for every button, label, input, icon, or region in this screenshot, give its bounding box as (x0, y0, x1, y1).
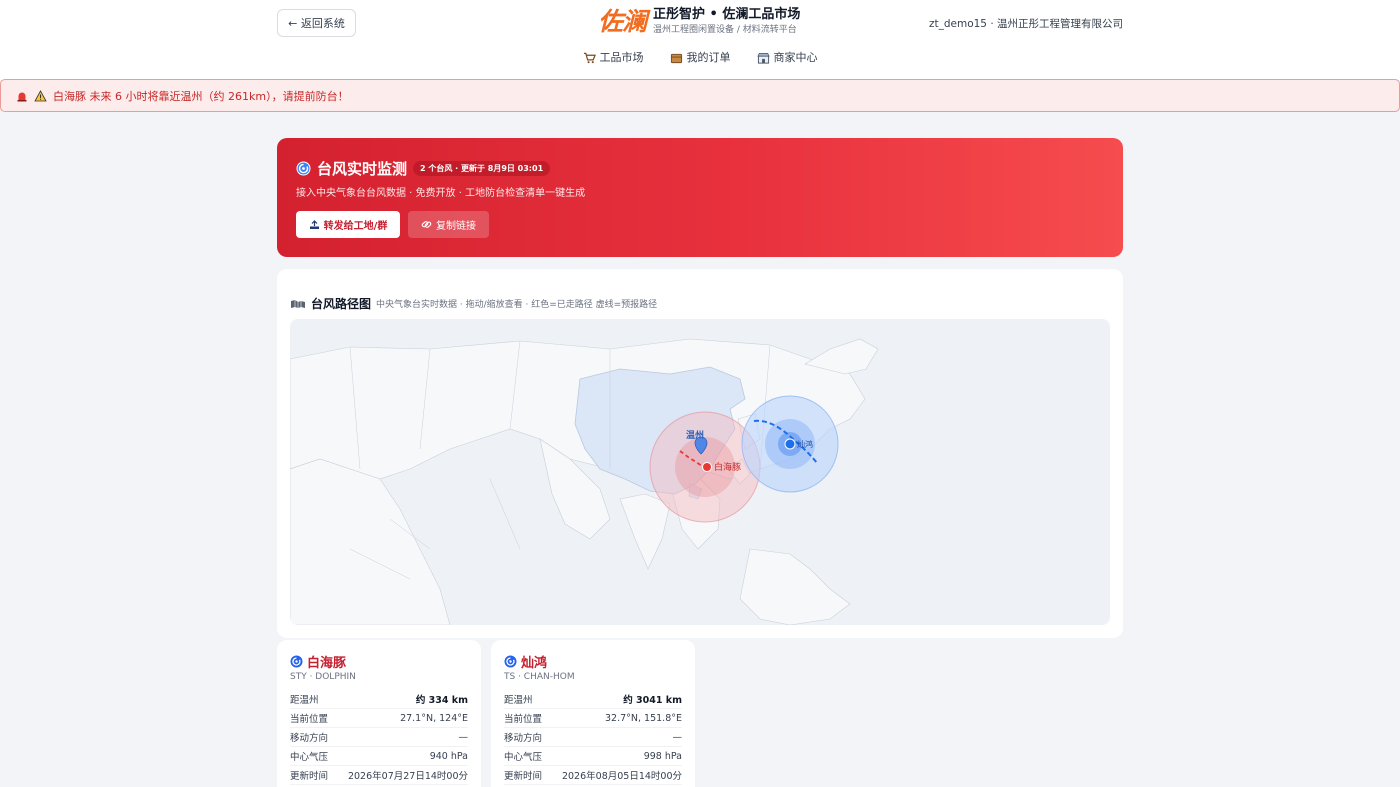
nav-item-label: 工品市场 (599, 51, 644, 64)
nav-item-label: 商家中心 (773, 51, 818, 64)
cyclone-icon (504, 655, 517, 668)
map-subtitle: 中央气象台实时数据 · 拖动/缩放查看 · 红色=已走路径 虚线=预报路径 (376, 300, 658, 310)
brand-logo: 佐澜 (598, 6, 647, 36)
dolphin-map-label: 白海豚 (714, 461, 741, 472)
info-value: — (458, 731, 469, 743)
wenzhou-label: 温州 (686, 429, 704, 440)
info-label: 更新时间 (290, 771, 329, 782)
info-row-updated: 更新时间 2026年08月05日14时00分 (504, 766, 682, 785)
typhoon-code: TS · CHAN-HOM (504, 672, 575, 682)
typhoon-path-card: 台风路径图 中央气象台实时数据 · 拖动/缩放查看 · 红色=已走路径 虚线=预… (277, 269, 1123, 638)
info-label: 移动方向 (290, 733, 329, 744)
typhoon-name: 白海豚 (307, 656, 347, 671)
chanhom-center-icon[interactable] (784, 438, 796, 450)
top-header: ← 返回系统 佐澜 正彤智护 • 佐澜工品市场 温州工程圈闲置设备 / 材料流转… (0, 0, 1400, 80)
world-map-icon (291, 299, 305, 309)
share-button-label: 转发给工地/群 (323, 221, 388, 232)
info-label: 当前位置 (290, 714, 329, 725)
siren-icon (17, 92, 27, 101)
store-icon (756, 52, 770, 64)
info-value: 940 hPa (429, 750, 468, 762)
typhoon-info-list: 距温州 约 334 km 当前位置 27.1°N, 124°E 移动方向 — 中… (290, 690, 468, 785)
user-info[interactable]: zt_demo15 · 温州正彤工程管理有限公司 (929, 16, 1123, 31)
info-label: 当前位置 (504, 714, 543, 725)
alert-text: 白海豚 未来 6 小时将靠近温州（约 261km），请提前防台！ (53, 89, 349, 103)
brand-subtitle: 温州工程圈闲置设备 / 材料流转平台 (653, 25, 797, 35)
nav-item-market[interactable]: 工品市场 (583, 50, 644, 66)
info-row-position: 当前位置 27.1°N, 124°E (290, 709, 468, 728)
typhoon-alert-banner: 白海豚 未来 6 小时将靠近温州（约 261km），请提前防台！ (0, 79, 1400, 112)
typhoon-name-row: 白海豚 (290, 652, 346, 671)
upload-icon (309, 219, 319, 229)
cart-icon (583, 52, 596, 64)
share-to-site-button[interactable]: 转发给工地/群 (296, 211, 400, 238)
typhoon-name: 灿鸿 (521, 656, 548, 671)
info-label: 中心气压 (504, 752, 543, 763)
nav-item-label: 我的订单 (686, 51, 731, 64)
typhoon-count-badge: 2 个台风 · 更新于 8月9日 03:01 (413, 161, 551, 176)
brand[interactable]: 佐澜 正彤智护 • 佐澜工品市场 温州工程圈闲置设备 / 材料流转平台 (598, 6, 800, 37)
info-value: 约 334 km (415, 695, 468, 706)
hero-title: 台风实时监测 (317, 160, 408, 178)
typhoon-path-map[interactable]: 温州 白海豚 灿鸿 (290, 319, 1110, 625)
brand-title: 正彤智护 • 佐澜工品市场 (653, 7, 801, 22)
typhoon-card-chanhom[interactable]: 灿鸿 TS · CHAN-HOM 距温州 约 3041 km 当前位置 32.7… (491, 640, 695, 787)
hero-description: 接入中央气象台台风数据 · 免费开放 · 工地防台检查清单一键生成 (296, 188, 586, 199)
info-value: 约 3041 km (623, 695, 682, 706)
warning-icon (34, 89, 47, 101)
copy-link-button[interactable]: 复制链接 (408, 211, 489, 238)
hero-title-row: 台风实时监测 2 个台风 · 更新于 8月9日 03:01 (296, 158, 551, 179)
info-value: 27.1°N, 124°E (400, 712, 468, 724)
typhoon-monitor-hero: 台风实时监测 2 个台风 · 更新于 8月9日 03:01 接入中央气象台台风数… (277, 138, 1123, 257)
main-nav: 工品市场 我的订单 商家中心 (0, 50, 1400, 66)
nav-item-merchant[interactable]: 商家中心 (756, 50, 818, 66)
map-canvas[interactable]: 温州 白海豚 灿鸿 (290, 319, 1110, 625)
info-label: 移动方向 (504, 733, 543, 744)
info-value: 2026年08月05日14时00分 (561, 771, 682, 782)
map-title: 台风路径图 (311, 297, 372, 311)
info-label: 距温州 (504, 695, 533, 706)
cyclone-icon (290, 655, 303, 668)
chanhom-map-label: 灿鸿 (797, 439, 813, 449)
dolphin-center-icon[interactable] (702, 462, 712, 472)
box-icon (670, 53, 682, 64)
info-row-direction: 移动方向 — (504, 728, 682, 747)
info-row-direction: 移动方向 — (290, 728, 468, 747)
typhoon-card-dolphin[interactable]: 白海豚 STY · DOLPHIN 距温州 约 334 km 当前位置 27.1… (277, 640, 481, 787)
typhoon-name-row: 灿鸿 (504, 652, 547, 671)
info-value: 2026年07月27日14时00分 (347, 771, 468, 782)
info-row-distance: 距温州 约 334 km (290, 690, 468, 709)
info-row-updated: 更新时间 2026年07月27日14时00分 (290, 766, 468, 785)
info-row-pressure: 中心气压 998 hPa (504, 747, 682, 766)
info-label: 更新时间 (504, 771, 543, 782)
copy-button-label: 复制链接 (436, 221, 476, 232)
info-row-position: 当前位置 32.7°N, 151.8°E (504, 709, 682, 728)
info-label: 距温州 (290, 695, 319, 706)
typhoon-info-list: 距温州 约 3041 km 当前位置 32.7°N, 151.8°E 移动方向 … (504, 690, 682, 785)
info-value: 998 hPa (643, 750, 682, 762)
info-row-distance: 距温州 约 3041 km (504, 690, 682, 709)
map-header: 台风路径图 中央气象台实时数据 · 拖动/缩放查看 · 红色=已走路径 虚线=预… (290, 295, 657, 312)
typhoon-code: STY · DOLPHIN (290, 672, 356, 682)
link-icon (421, 221, 432, 228)
nav-item-orders[interactable]: 我的订单 (670, 50, 731, 66)
info-value: — (672, 731, 683, 743)
cyclone-icon (296, 161, 311, 176)
info-label: 中心气压 (290, 752, 329, 763)
info-row-pressure: 中心气压 940 hPa (290, 747, 468, 766)
back-to-system-button[interactable]: ← 返回系统 (277, 9, 356, 37)
info-value: 32.7°N, 151.8°E (605, 712, 682, 724)
brand-text: 正彤智护 • 佐澜工品市场 温州工程圈闲置设备 / 材料流转平台 (653, 6, 800, 37)
